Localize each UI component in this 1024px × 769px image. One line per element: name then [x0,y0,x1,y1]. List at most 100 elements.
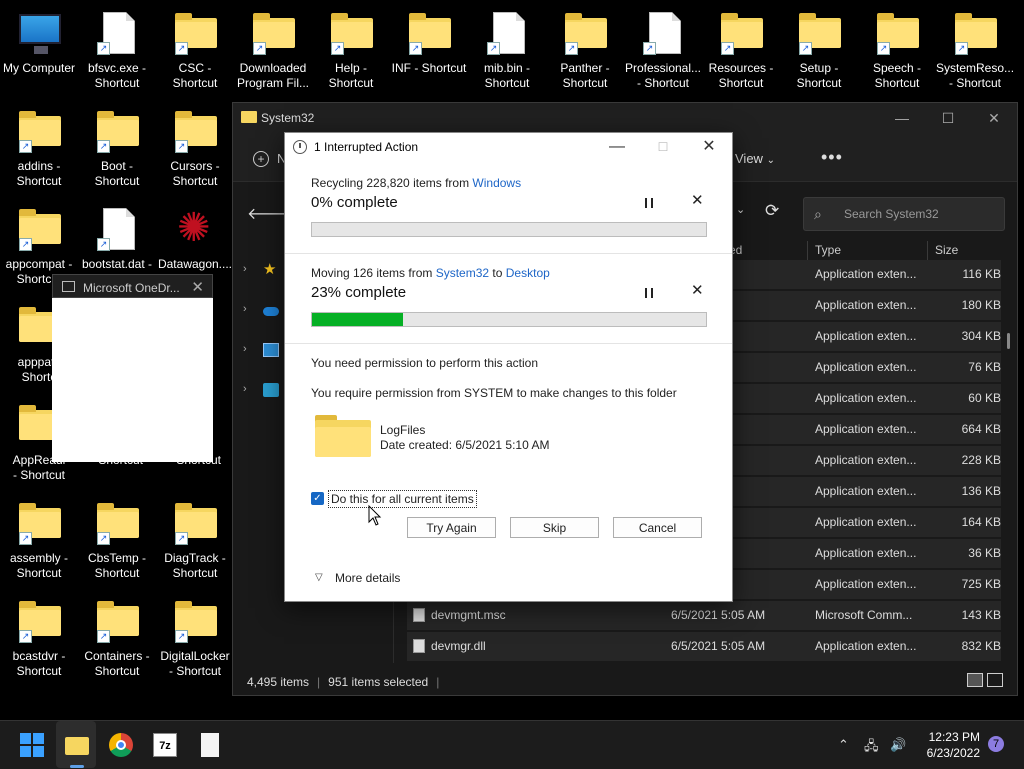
desktop-icon[interactable]: ↗ DigitalLocker - Shortcut [156,592,234,684]
new-icon[interactable]: + [253,151,269,167]
destination-link[interactable]: Desktop [506,266,550,280]
start-button[interactable] [20,733,44,757]
operation-description: Moving 126 items from System32 to Deskto… [311,266,550,280]
folder-icon: ↗ [97,502,139,545]
desktop-icon[interactable]: ↗ Help - Shortcut [312,4,390,96]
desktop-icon-label: Panther - Shortcut [546,61,624,91]
view-button[interactable]: View ⌄ [735,151,775,166]
more-options-button[interactable]: ••• [821,147,843,168]
explorer-titlebar[interactable]: System32 — ☐ ✕ [233,103,1017,133]
chevron-right-icon[interactable]: › [243,303,247,315]
apply-all-label[interactable]: Do this for all current items [328,490,477,508]
close-icon[interactable]: ✕ [191,278,204,296]
desktop-icon[interactable]: ↗ addins - Shortcut [0,102,78,194]
desktop-icon[interactable]: ↗ SystemReso... - Shortcut [936,4,1014,96]
desktop-icon[interactable]: ↗ DiagTrack - Shortcut [156,494,234,586]
desktop-icon-label: My Computer [0,61,78,76]
chevron-right-icon[interactable]: › [243,263,247,275]
file-type: Application exten... [815,577,917,591]
clock[interactable]: 12:23 PM 6/23/2022 [918,729,980,761]
status-divider: | [436,675,440,689]
desktop-icon[interactable]: ↗ INF - Shortcut [390,4,468,96]
search-input[interactable]: ⌕ Search System32 [803,197,1005,231]
cancel-operation-icon[interactable]: ✕ [691,281,704,299]
source-link[interactable]: Windows [472,176,521,190]
try-again-button[interactable]: Try Again [407,517,496,538]
folder-icon: ↗ [331,12,373,55]
folder-icon: ↗ [253,12,295,55]
operation-verb: Recycling 228,820 items from [311,176,473,190]
folder-icon: ↗ [19,502,61,545]
desktop-icon-label: DiagTrack - Shortcut [156,551,234,581]
desktop-icon-label: Speech - Shortcut [858,61,936,91]
desktop-icon[interactable]: ↗ bcastdvr - Shortcut [0,592,78,684]
label-line: Professional... [624,61,702,75]
minimize-button[interactable]: — [594,133,640,161]
details-view-button[interactable] [967,673,983,687]
file-size: 143 KB [961,608,1001,622]
desktop-icon-label: Downloaded Program Fil... [234,61,312,91]
pause-icon[interactable] [645,198,653,208]
folder-icon: ↗ [955,12,997,55]
file-size: 136 KB [961,484,1001,498]
tiles-view-button[interactable] [987,673,1003,687]
network-icon[interactable]: 🖧 [864,737,879,759]
cancel-button[interactable]: Cancel [613,517,702,538]
desktop-icon[interactable]: ↗ assembly - Shortcut [0,494,78,586]
label-line: Shortcut [796,76,842,90]
chevron-up-icon[interactable]: ⌃ [838,737,849,753]
desktop-icon[interactable]: ↗ Speech - Shortcut [858,4,936,96]
file-icon: ↗ [97,208,139,251]
desktop-icon[interactable]: ↗ Professional... - Shortcut [624,4,702,96]
desktop-icon[interactable]: ↗ Boot - Shortcut [78,102,156,194]
date: 6/23/2022 [926,746,980,760]
file-explorer-taskbar-icon[interactable] [65,737,89,755]
maximize-button[interactable]: ☐ [925,103,971,133]
7zip-taskbar-icon[interactable]: 7z [153,733,177,757]
pause-icon[interactable] [645,288,653,298]
scrollbar-thumb[interactable] [1007,333,1010,349]
minimize-button[interactable]: — [879,103,925,133]
volume-icon[interactable]: 🔊 [890,737,906,753]
chevron-right-icon[interactable]: › [243,343,247,355]
notification-badge[interactable]: 7 [988,736,1004,752]
refresh-icon[interactable]: ⟳ [765,201,779,221]
desktop-icon[interactable]: ↗ Containers - Shortcut [78,592,156,684]
dialog-titlebar[interactable]: 1 Interrupted Action — ☐ ✕ [285,133,732,163]
desktop-icon[interactable]: ↗ Resources - Shortcut [702,4,780,96]
label-line: Program Fil... [236,76,309,90]
close-button[interactable]: ✕ [971,103,1017,133]
more-details-toggle[interactable]: ▽ More details [285,555,732,601]
desktop-icon[interactable]: ↗ CSC - Shortcut [156,4,234,96]
status-divider: | [317,675,321,689]
close-button[interactable]: ✕ [686,133,732,161]
skip-button[interactable]: Skip [510,517,599,538]
desktop-icon[interactable]: ↗ bfsvc.exe - Shortcut [78,4,156,96]
chrome-taskbar-icon[interactable] [109,733,133,757]
desktop-icon[interactable]: ↗ Setup - Shortcut [780,4,858,96]
table-row[interactable]: devmgr.dll 6/5/2021 5:05 AM Application ex… [407,632,1001,661]
desktop-icon[interactable]: ↗ Cursors - Shortcut [156,102,234,194]
desktop-icon[interactable]: ↗ Downloaded Program Fil... [234,4,312,96]
chevron-down-icon: ⌄ [766,155,775,166]
desktop-icon[interactable]: ↗ CbsTemp - Shortcut [78,494,156,586]
desktop-icon[interactable]: ↗ mib.bin - Shortcut [468,4,546,96]
table-row[interactable]: devmgmt.msc 6/5/2021 5:05 AM Microsoft Com… [407,601,1001,630]
source-link[interactable]: System32 [436,266,489,280]
desktop-icon-label: Setup - Shortcut [780,61,858,91]
desktop-icon[interactable]: ↗ Panther - Shortcut [546,4,624,96]
chevron-right-icon[interactable]: › [243,383,247,395]
chevron-down-icon[interactable]: ⌄ [736,203,745,216]
apply-all-checkbox[interactable]: ✓ [311,492,324,505]
folder-icon: ↗ [19,110,61,153]
file-size: 304 KB [961,329,1001,343]
label-line: Shortcut [172,174,218,188]
onedrive-titlebar[interactable]: Microsoft OneDr... ✕ [52,274,213,298]
folder-date: Date created: 6/5/2021 5:10 AM [380,438,550,452]
desktop-icon[interactable]: My Computer [0,4,78,96]
file-icon: ↗ [487,12,529,55]
file-type: Application exten... [815,267,917,281]
document-taskbar-icon[interactable] [201,733,219,757]
cancel-operation-icon[interactable]: ✕ [691,191,704,209]
file-size: 116 KB [962,267,1001,281]
